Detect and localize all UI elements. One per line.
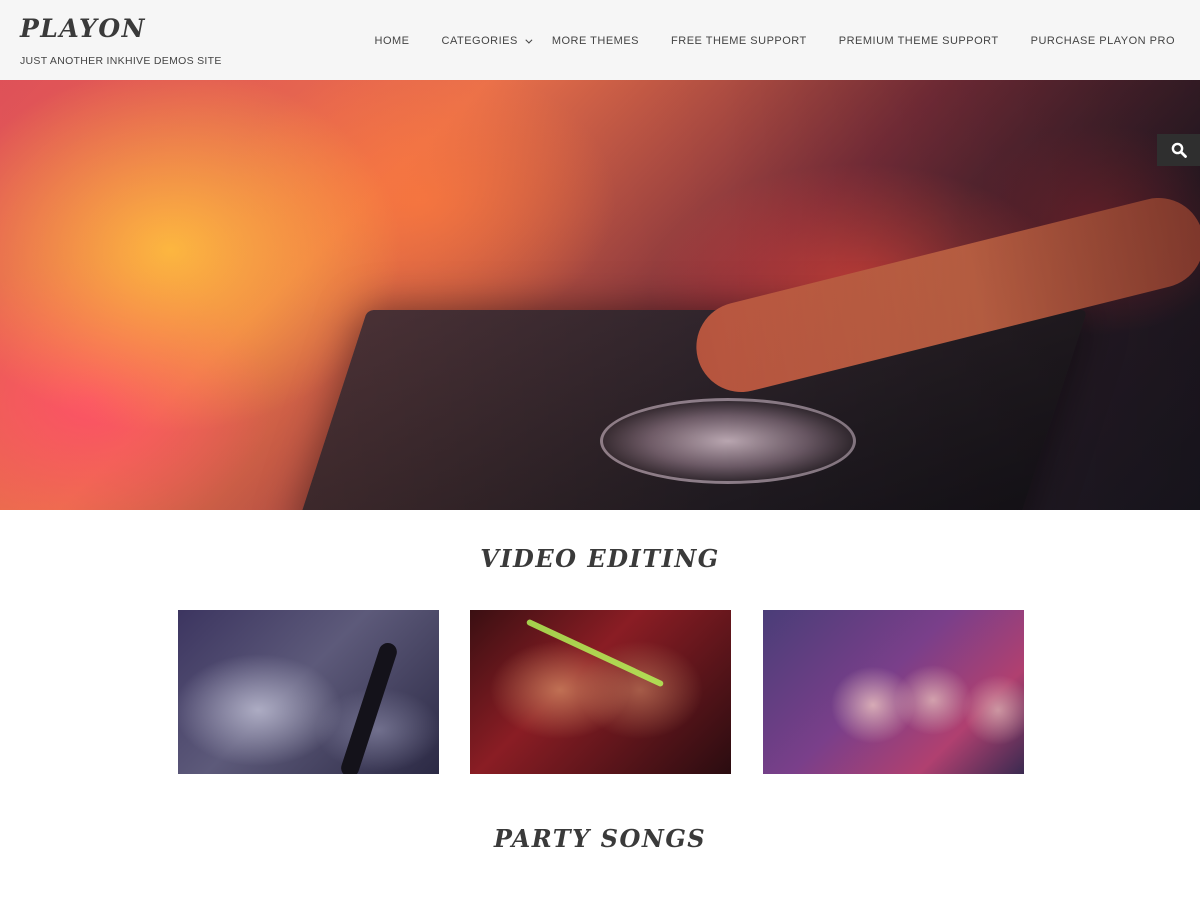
search-icon	[1171, 142, 1187, 158]
section-title-video-editing[interactable]: VIDEO EDITING	[0, 544, 1200, 573]
main-nav: HOME CATEGORIES MORE THEMES FREE THEME S…	[375, 33, 1175, 49]
site-header: PLAYON JUST ANOTHER INKHIVE DEMOS SITE H…	[0, 0, 1200, 80]
raised-arm-shape	[338, 640, 400, 774]
nav-item-label: MORE THEMES	[551, 35, 640, 47]
glowstick-shape	[525, 618, 665, 688]
nav-item-premium-theme-support[interactable]: PREMIUM THEME SUPPORT	[839, 35, 999, 47]
nav-item-label: FREE THEME SUPPORT	[671, 35, 807, 47]
post-thumbnail[interactable]	[178, 610, 439, 774]
hero-image	[0, 80, 1200, 510]
nav-item-label: PURCHASE PLAYON PRO	[1030, 35, 1175, 47]
nav-item-label: HOME	[374, 35, 410, 47]
nav-item-free-theme-support[interactable]: FREE THEME SUPPORT	[671, 35, 807, 47]
nav-item-home[interactable]: HOME	[375, 35, 410, 47]
post-thumbnail[interactable]	[763, 610, 1024, 774]
site-tagline: JUST ANOTHER INKHIVE DEMOS SITE	[20, 55, 222, 67]
nav-item-label: CATEGORIES	[441, 35, 518, 47]
nav-item-purchase-playon-pro[interactable]: PURCHASE PLAYON PRO	[1031, 35, 1175, 47]
nav-item-more-themes[interactable]: MORE THEMES	[552, 35, 639, 47]
section-title-party-songs[interactable]: PARTY SONGS	[0, 824, 1200, 853]
hero-overlay	[0, 80, 1200, 510]
search-button[interactable]	[1157, 134, 1200, 166]
post-thumbnail[interactable]	[470, 610, 731, 774]
chevron-down-icon[interactable]	[525, 36, 533, 44]
site-title[interactable]: PLAYON	[20, 14, 146, 43]
nav-item-label: PREMIUM THEME SUPPORT	[838, 35, 999, 47]
nav-item-categories[interactable]: CATEGORIES	[441, 35, 533, 47]
